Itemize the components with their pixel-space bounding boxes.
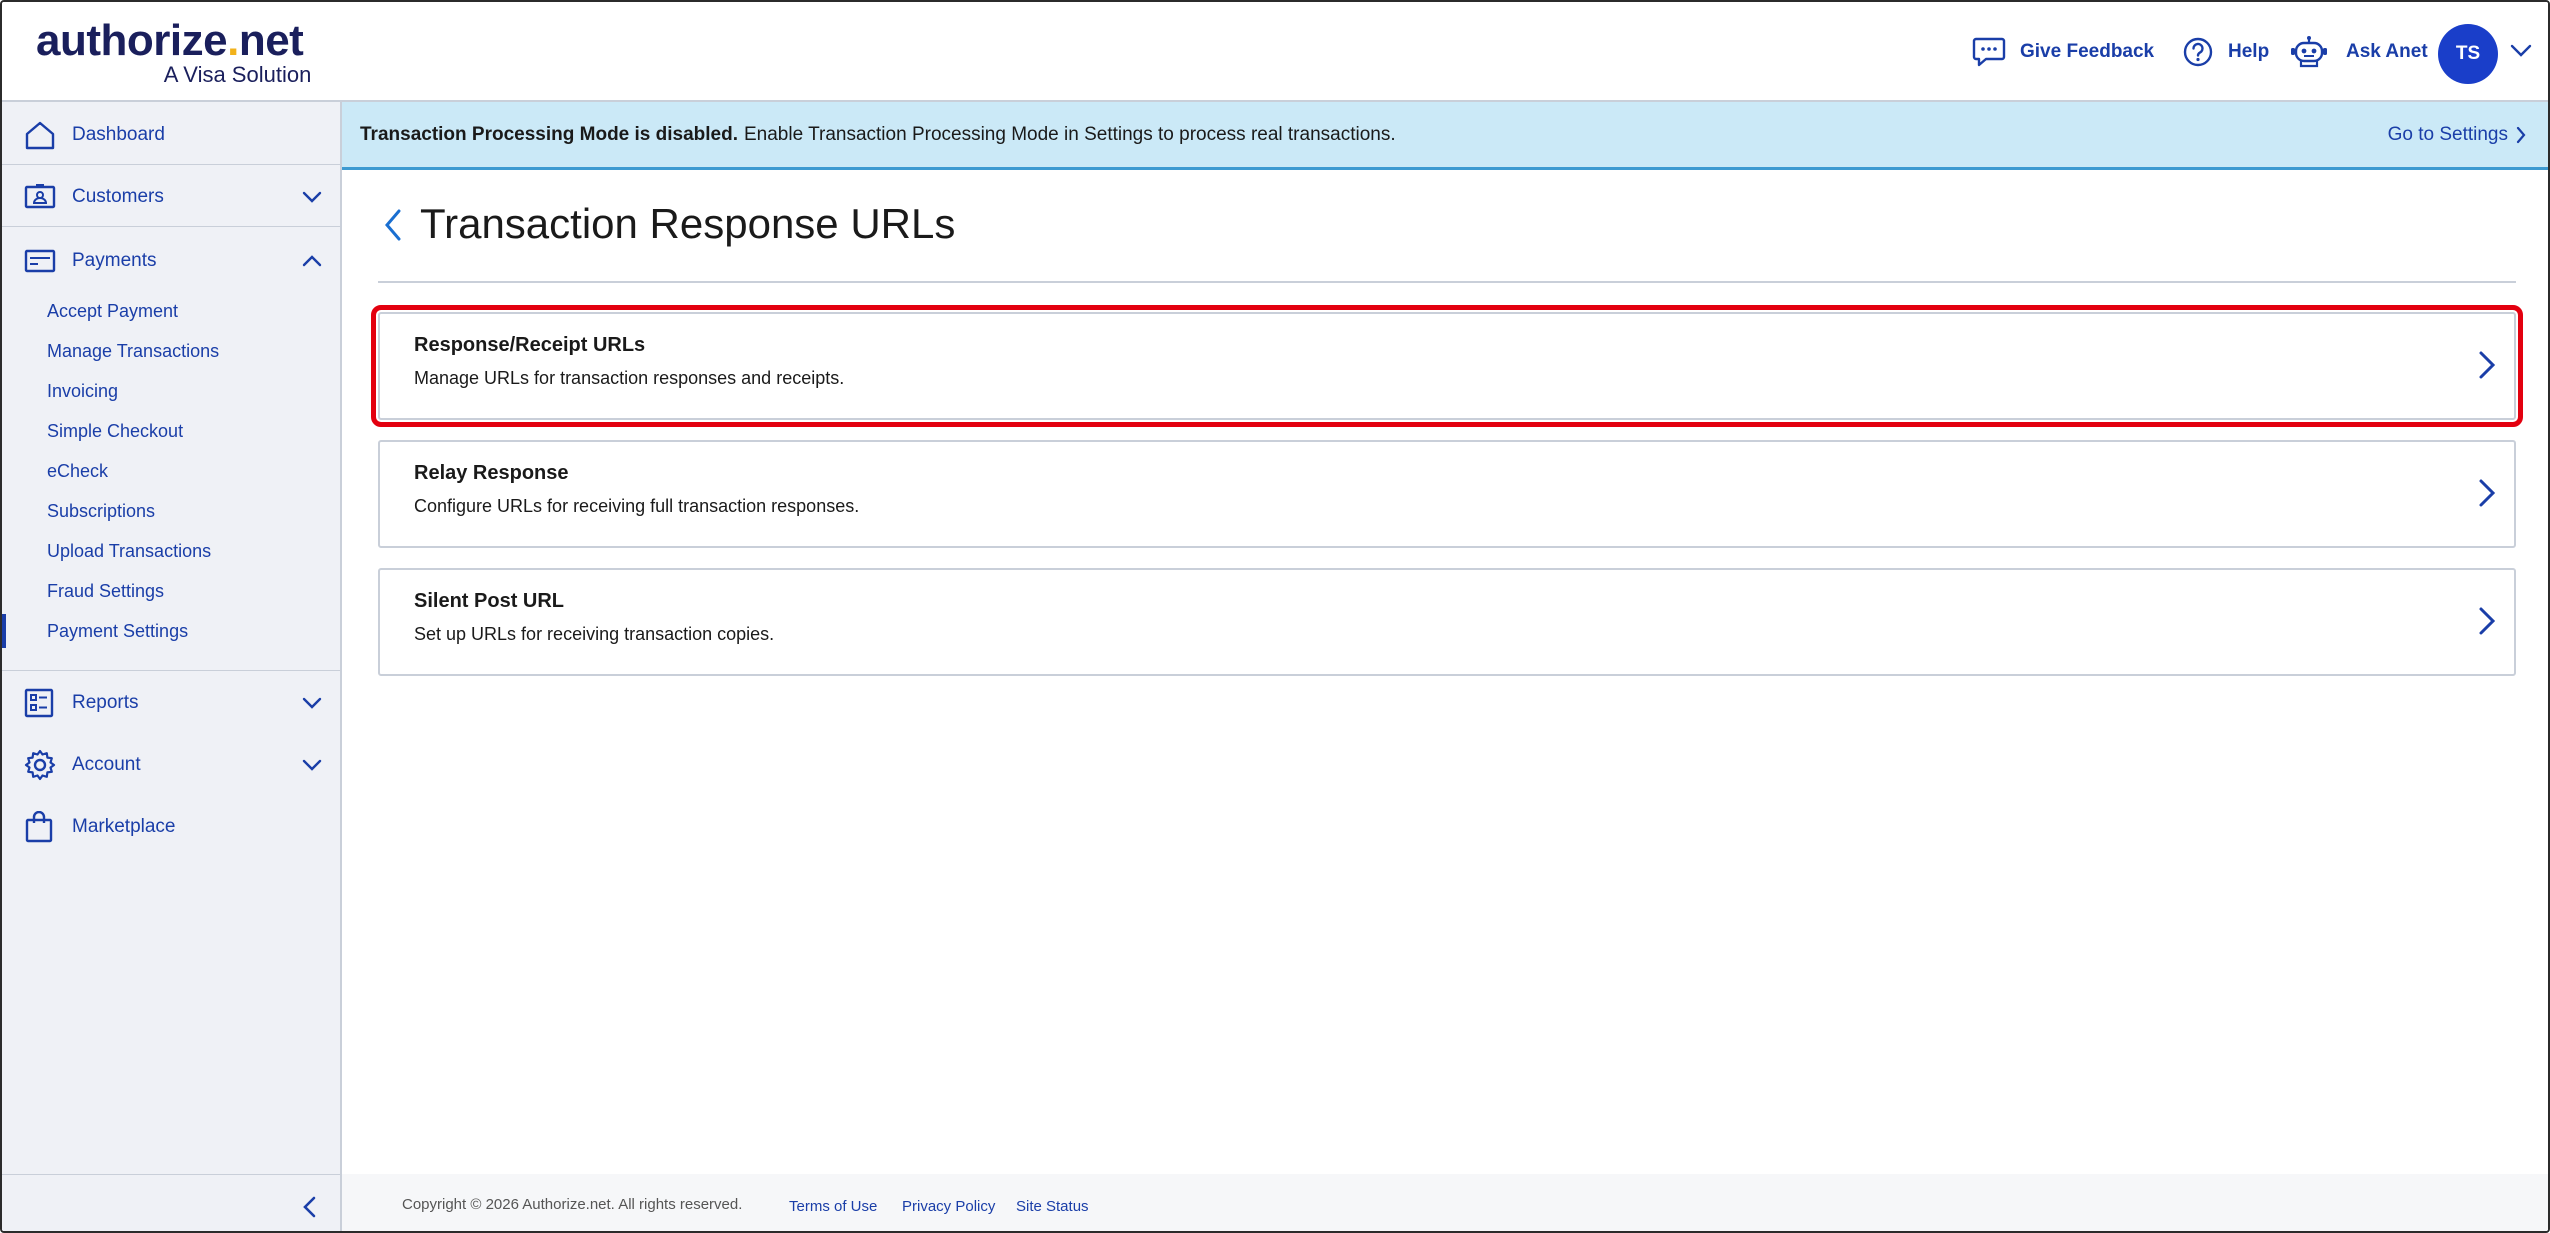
privacy-policy-link[interactable]: Privacy Policy — [902, 1198, 995, 1215]
divider — [2, 226, 340, 227]
site-status-link[interactable]: Site Status — [1016, 1198, 1089, 1215]
sidebar-nav: Dashboard Customers Payments Accept Paym… — [2, 102, 342, 1231]
divider — [2, 1174, 340, 1175]
chevron-right-icon — [2479, 479, 2496, 507]
chevron-down-icon — [302, 759, 322, 771]
sidebar-item-account[interactable]: Account — [2, 734, 340, 796]
ask-anet-button[interactable]: Ask Anet — [2290, 32, 2428, 72]
report-list-icon — [24, 688, 54, 718]
authorize-net-logo[interactable]: authorize.net A Visa Solution — [36, 16, 311, 87]
app-window: authorize.net A Visa Solution Give Feedb… — [0, 0, 2550, 1233]
relay-response-card[interactable]: Relay Response Configure URLs for receiv… — [378, 440, 2516, 548]
id-card-icon — [24, 184, 56, 209]
sidebar-subitem-accept-payment[interactable]: Accept Payment — [47, 295, 178, 327]
logo-tagline: A Visa Solution — [163, 62, 312, 87]
robot-icon — [2291, 36, 2327, 68]
chat-bubble-icon — [1972, 37, 2006, 67]
payment-card-icon — [24, 249, 56, 273]
help-circle-icon — [2183, 37, 2213, 67]
top-header: authorize.net A Visa Solution Give Feedb… — [2, 2, 2548, 102]
chevron-down-icon — [302, 697, 322, 709]
home-icon — [25, 121, 55, 150]
sidebar-item-payments[interactable]: Payments — [2, 230, 340, 292]
divider — [2, 164, 340, 165]
active-indicator — [2, 614, 6, 648]
user-avatar[interactable]: TS — [2438, 24, 2498, 84]
sidebar-item-dashboard[interactable]: Dashboard — [2, 104, 340, 166]
sidebar-subitem-payment-settings[interactable]: Payment Settings — [47, 615, 188, 647]
shopping-bag-icon — [25, 811, 53, 843]
gear-icon — [24, 749, 56, 781]
help-button[interactable]: Help — [2182, 32, 2269, 72]
chevron-right-icon — [2516, 126, 2526, 144]
back-chevron-icon[interactable] — [382, 208, 404, 242]
silent-post-url-card[interactable]: Silent Post URL Set up URLs for receivin… — [378, 568, 2516, 676]
response-receipt-urls-card[interactable]: Response/Receipt URLs Manage URLs for tr… — [371, 305, 2523, 427]
terms-of-use-link[interactable]: Terms of Use — [789, 1198, 877, 1215]
chevron-down-icon — [302, 191, 322, 203]
sidebar-subitem-simple-checkout[interactable]: Simple Checkout — [47, 415, 183, 447]
collapse-sidebar-chevron-left-icon[interactable] — [302, 1196, 316, 1218]
sidebar-subitem-invoicing[interactable]: Invoicing — [47, 375, 118, 407]
chevron-up-icon — [302, 255, 322, 267]
processing-mode-banner: Transaction Processing Mode is disabled.… — [342, 102, 2548, 170]
chevron-right-icon — [2479, 607, 2496, 635]
sidebar-subitem-manage-transactions[interactable]: Manage Transactions — [47, 335, 219, 367]
sidebar-item-reports[interactable]: Reports — [2, 672, 340, 734]
chevron-down-icon[interactable] — [2510, 44, 2532, 58]
sidebar-item-marketplace[interactable]: Marketplace — [2, 796, 340, 858]
go-to-settings-link[interactable]: Go to Settings — [2388, 124, 2526, 146]
give-feedback-button[interactable]: Give Feedback — [1972, 32, 2154, 72]
page-title: Transaction Response URLs — [420, 200, 956, 247]
copyright-text: Copyright © 2026 Authorize.net. All righ… — [402, 1196, 743, 1213]
divider — [2, 670, 340, 671]
sidebar-subitem-echeck[interactable]: eCheck — [47, 455, 108, 487]
sidebar-item-customers[interactable]: Customers — [2, 166, 340, 228]
divider — [378, 281, 2516, 283]
chevron-right-icon — [2479, 351, 2496, 379]
sidebar-subitem-subscriptions[interactable]: Subscriptions — [47, 495, 155, 527]
sidebar-subitem-fraud-settings[interactable]: Fraud Settings — [47, 575, 164, 607]
page-footer: Copyright © 2026 Authorize.net. All righ… — [342, 1174, 2548, 1231]
sidebar-subitem-upload-transactions[interactable]: Upload Transactions — [47, 535, 211, 567]
